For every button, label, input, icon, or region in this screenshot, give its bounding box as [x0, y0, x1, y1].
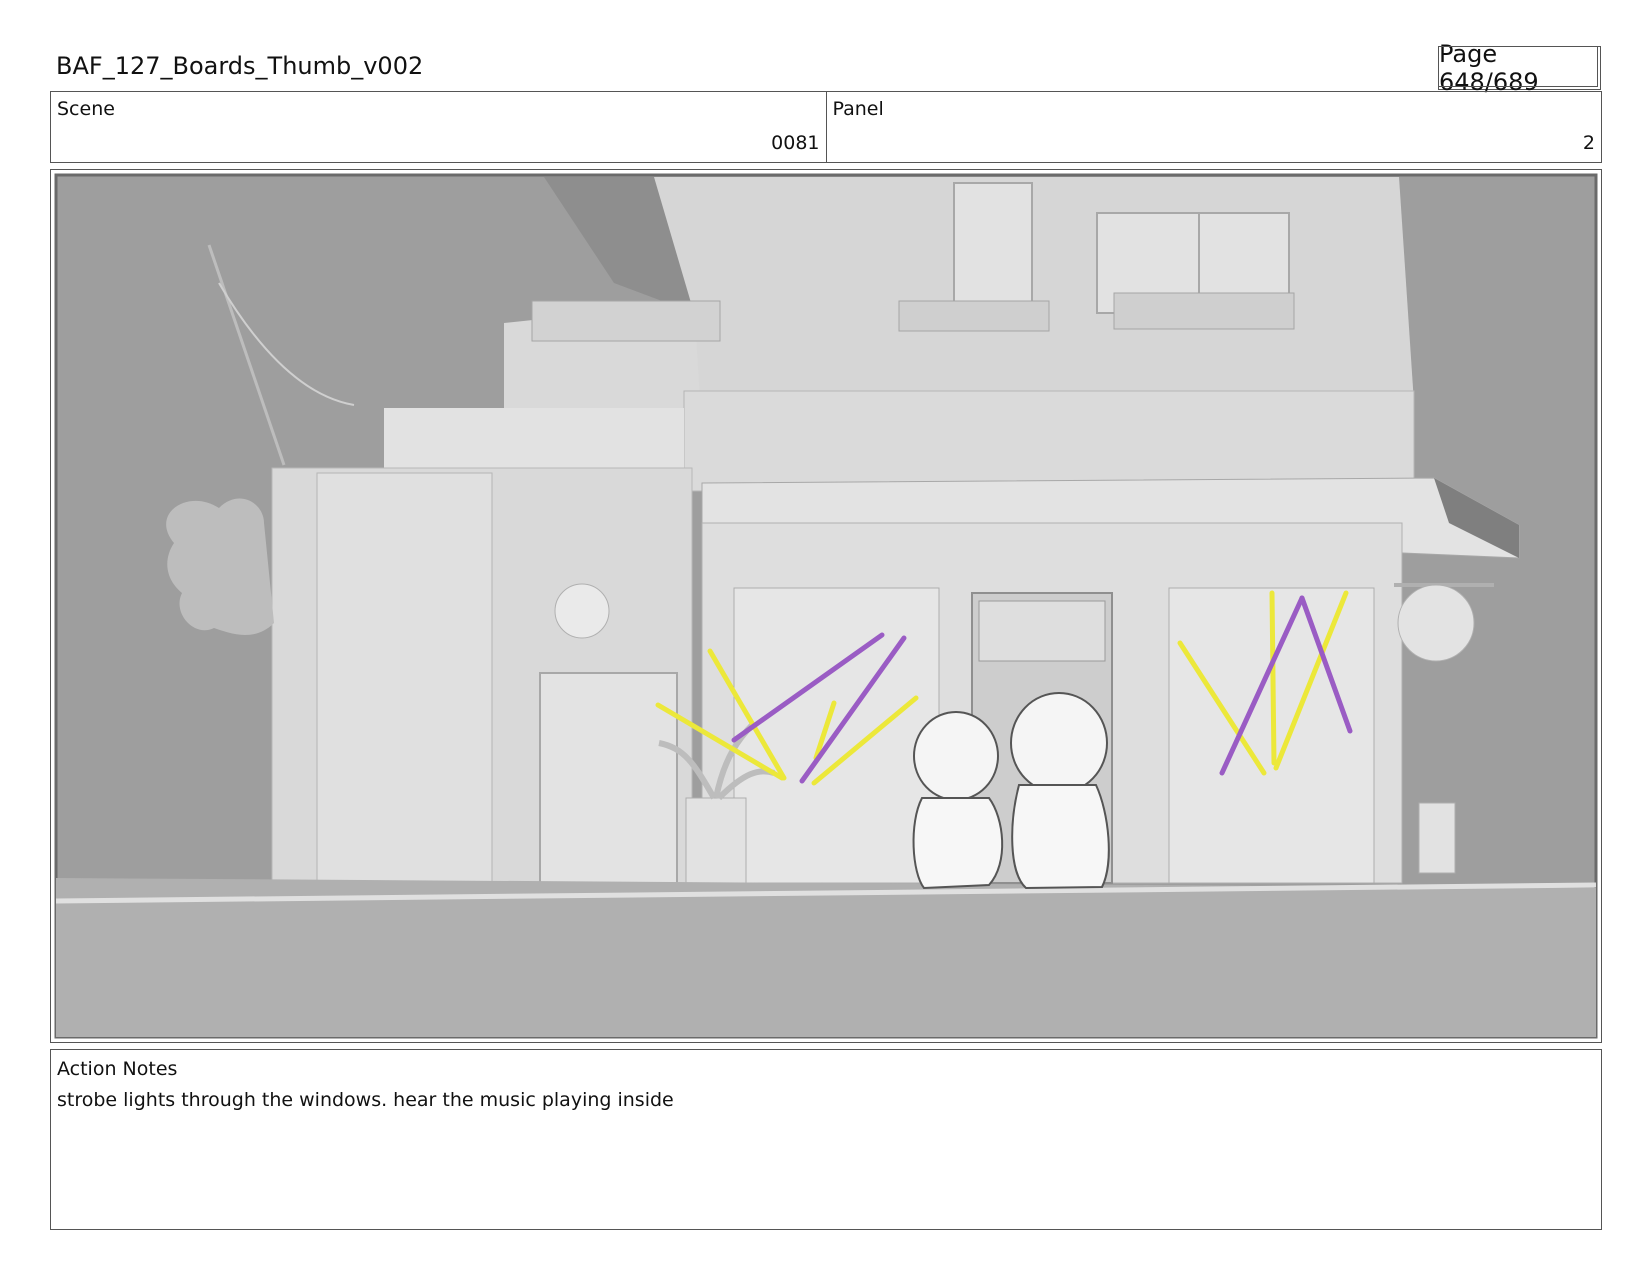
scene-number: 0081 — [771, 132, 820, 154]
panel-number: 2 — [1582, 132, 1595, 154]
scene-panel-header: Scene 0081 Panel 2 — [50, 91, 1602, 163]
storyboard-frame — [50, 169, 1602, 1043]
storyboard-image — [54, 173, 1598, 1039]
document-title: BAF_127_Boards_Thumb_v002 — [56, 52, 424, 80]
action-notes: Action Notes strobe lights through the w… — [50, 1049, 1602, 1230]
scene-label: Scene — [57, 98, 115, 120]
page-indicator: Page 648/689 — [1438, 40, 1601, 96]
panel-label: Panel — [832, 98, 884, 120]
action-notes-label: Action Notes — [57, 1058, 178, 1080]
panel-cell: Panel 2 — [825, 92, 1602, 162]
action-notes-text: strobe lights through the windows. hear … — [57, 1089, 674, 1111]
scene-cell: Scene 0081 — [51, 92, 826, 162]
